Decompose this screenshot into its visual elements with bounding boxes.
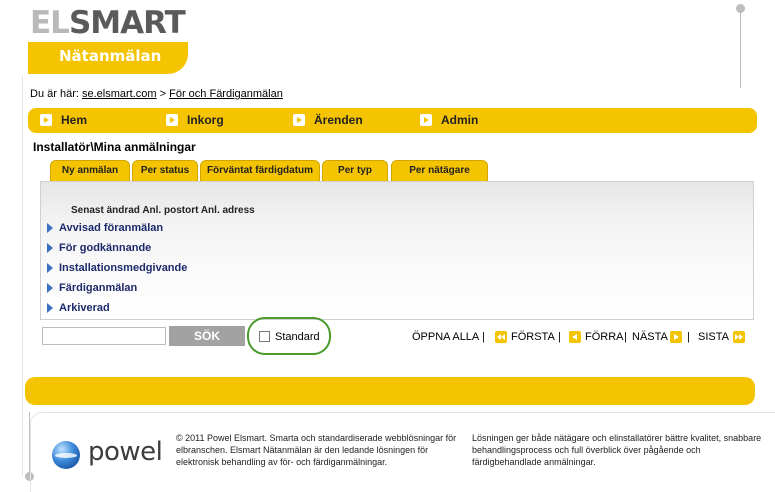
logo-tagline-banner: Nätanmälan xyxy=(28,42,188,74)
expand-arrow-icon xyxy=(47,243,53,253)
standard-label[interactable]: Standard xyxy=(275,331,320,343)
expand-arrow-icon xyxy=(47,263,53,273)
nav-item-admin[interactable]: Admin xyxy=(420,113,478,127)
powel-wordmark: powel xyxy=(88,437,163,467)
last-page-icon[interactable] xyxy=(733,331,745,343)
page-frame-line xyxy=(22,76,23,476)
powel-globe-icon xyxy=(52,441,80,469)
pager-separator: | xyxy=(482,331,485,343)
expand-arrow-icon xyxy=(47,223,53,233)
next-page-icon[interactable] xyxy=(670,331,682,343)
nav-label: Hem xyxy=(61,113,88,127)
open-all-link[interactable]: ÖPPNA ALLA xyxy=(412,331,479,343)
group-label: Arkiverad xyxy=(59,302,110,314)
breadcrumb-prefix: Du är här: xyxy=(30,88,79,100)
footer-description: Lösningen ger både nätägare och elinstal… xyxy=(472,433,762,467)
first-page-link[interactable]: FÖRSTA xyxy=(511,331,555,343)
arrow-right-icon xyxy=(293,114,305,126)
group-label: Avvisad föranmälan xyxy=(59,222,164,234)
expand-arrow-icon xyxy=(47,283,53,293)
elsmart-logo[interactable]: ELSMART Nätanmälan xyxy=(28,5,190,77)
nav-label: Ärenden xyxy=(314,113,363,127)
tab-per-status[interactable]: Per status xyxy=(132,160,198,182)
search-input[interactable] xyxy=(42,327,166,345)
arrow-right-icon xyxy=(166,114,178,126)
expand-arrow-icon xyxy=(47,303,53,313)
prev-page-link[interactable]: FÖRRA xyxy=(585,331,624,343)
group-row-installationsmedgivande[interactable]: Installationsmedgivande xyxy=(47,262,187,274)
first-page-icon[interactable] xyxy=(495,331,507,343)
nav-label: Admin xyxy=(441,113,479,127)
group-label: Installationsmedgivande xyxy=(59,262,188,274)
group-label: Färdiganmälan xyxy=(59,282,138,294)
top-right-pin-dot xyxy=(736,4,745,13)
main-nav: Hem Inkorg Ärenden Admin xyxy=(28,108,757,133)
nav-item-hem[interactable]: Hem xyxy=(40,113,87,127)
nav-item-inkorg[interactable]: Inkorg xyxy=(166,113,224,127)
top-right-pin-line xyxy=(740,8,741,88)
grid-column-headers[interactable]: Senast ändrad Anl. postort Anl. adress xyxy=(71,205,255,216)
page-title: Installatör\Mina anmälningar xyxy=(33,140,196,154)
nav-item-arenden[interactable]: Ärenden xyxy=(293,113,363,127)
footer-copyright: © 2011 Powel Elsmart. Smarta och standar… xyxy=(176,433,457,467)
pager-separator: | xyxy=(687,331,690,343)
pager-separator: | xyxy=(558,331,561,343)
powel-logo: powel xyxy=(52,437,163,471)
group-row-arkiverad[interactable]: Arkiverad xyxy=(47,302,110,314)
breadcrumb-home-link[interactable]: se.elsmart.com xyxy=(82,88,157,100)
breadcrumb-current-link[interactable]: För och Färdiganmälan xyxy=(169,88,283,100)
last-page-link[interactable]: SISTA xyxy=(698,331,729,343)
tab-ny-anmalan[interactable]: Ny anmälan xyxy=(50,160,130,182)
pager-separator: | xyxy=(624,331,627,343)
group-row-fardiganmalan[interactable]: Färdiganmälan xyxy=(47,282,137,294)
group-row-for-godkannande[interactable]: För godkännande xyxy=(47,242,151,254)
arrow-right-icon xyxy=(420,114,432,126)
next-page-link[interactable]: NÄSTA xyxy=(632,331,668,343)
arrow-right-icon xyxy=(40,114,52,126)
search-button[interactable]: SÖK xyxy=(169,326,245,346)
tab-forvantat-fardigdatum[interactable]: Förväntat färdigdatum xyxy=(200,160,320,182)
breadcrumb: Du är här: se.elsmart.com > För och Färd… xyxy=(30,88,283,100)
tab-per-natagare[interactable]: Per nätägare xyxy=(391,160,488,182)
logo-tagline: Nätanmälan xyxy=(59,47,162,65)
nav-label: Inkorg xyxy=(187,113,224,127)
footer-bar xyxy=(25,377,755,405)
group-label: För godkännande xyxy=(59,242,152,254)
standard-checkbox[interactable] xyxy=(259,331,270,342)
report-grid: Senast ändrad Anl. postort Anl. adress A… xyxy=(40,181,754,320)
prev-page-icon[interactable] xyxy=(569,331,581,343)
breadcrumb-separator: > xyxy=(159,88,167,100)
group-row-avvisad-foranmalan[interactable]: Avvisad föranmälan xyxy=(47,222,163,234)
tab-per-typ[interactable]: Per typ xyxy=(322,160,388,182)
logo-wordmark: ELSMART xyxy=(30,5,186,41)
